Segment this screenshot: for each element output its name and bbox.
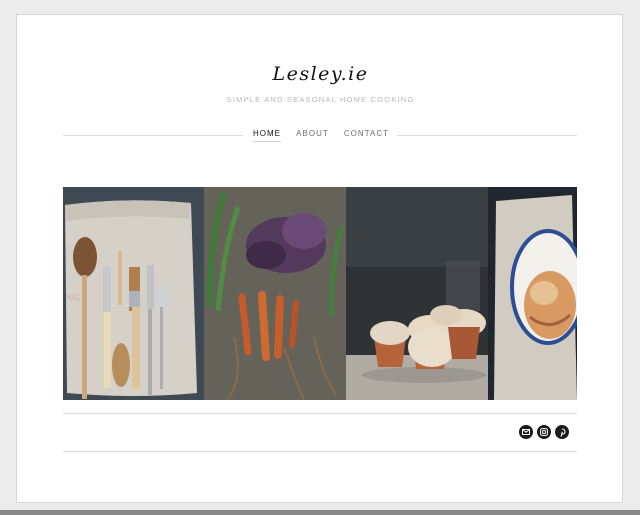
email-icon[interactable] [519, 425, 533, 439]
nav-divider-left [63, 135, 243, 136]
instagram-icon[interactable] [537, 425, 551, 439]
social-links [519, 425, 569, 439]
svg-text:KIC: KIC [67, 293, 81, 302]
gallery-photo-utensils[interactable]: KIC [63, 187, 204, 400]
gallery-photo-vegetables[interactable] [204, 187, 346, 400]
main-navigation: HOME ABOUT CONTACT [63, 127, 577, 145]
site-tagline: SIMPLE AND SEASONAL HOME COOKING [226, 95, 415, 104]
site-title[interactable]: Lesley.ie [17, 63, 624, 85]
window-bottom-edge [0, 510, 640, 515]
content-divider-top [63, 413, 577, 414]
gallery-photo-bread-pots[interactable] [346, 187, 488, 400]
content-divider-bottom [63, 451, 577, 452]
gallery-photo-bread-dish[interactable] [488, 187, 577, 400]
pinterest-icon[interactable] [555, 425, 569, 439]
page-card: Lesley.ie SIMPLE AND SEASONAL HOME COOKI… [16, 14, 623, 503]
nav-item-about[interactable]: ABOUT [296, 129, 329, 142]
nav-item-contact[interactable]: CONTACT [344, 129, 389, 142]
nav-menu: HOME ABOUT CONTACT [253, 129, 389, 142]
nav-divider-right [397, 135, 577, 136]
nav-item-home[interactable]: HOME [253, 129, 281, 142]
photo-gallery: KIC [63, 187, 577, 400]
